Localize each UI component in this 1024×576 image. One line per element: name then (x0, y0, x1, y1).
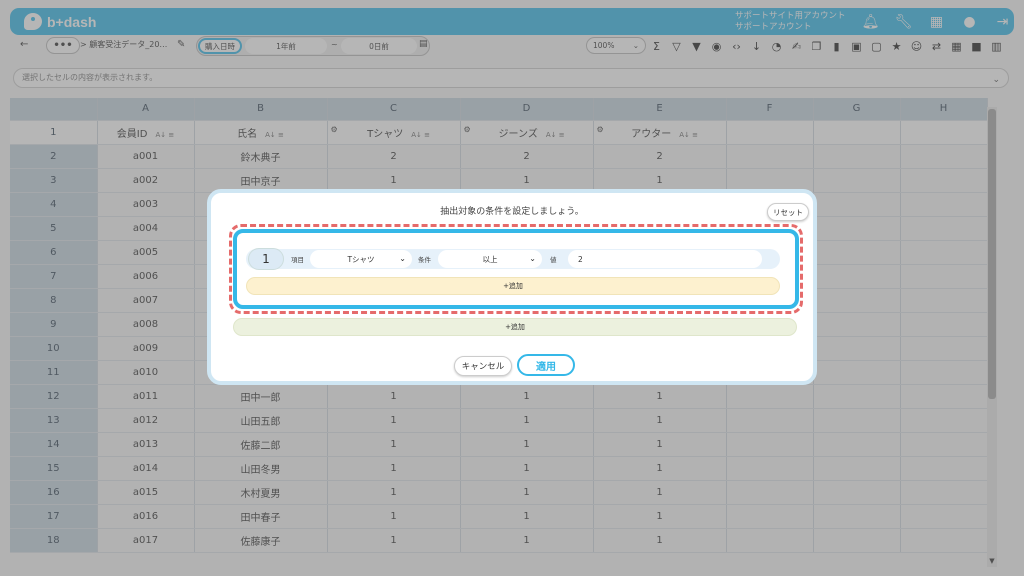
add-condition-button[interactable]: +追加 (246, 277, 780, 295)
dialog-title: 抽出対象の条件を設定しましょう。 (440, 207, 584, 217)
reset-button[interactable]: リセット (767, 203, 809, 221)
value-label: 値 (550, 256, 557, 264)
value-input-text: 2 (578, 254, 583, 264)
filter-condition-dialog: 抽出対象の条件を設定しましょう。 リセット 1 項目 Tシャツ ⌄ 条件 以上 … (207, 189, 817, 385)
chevron-down-icon: ⌄ (529, 254, 536, 263)
condition-number: 1 (248, 248, 284, 270)
condition-group (233, 229, 799, 309)
condition-label: 条件 (418, 256, 431, 264)
chevron-down-icon: ⌄ (399, 254, 406, 263)
condition-select-value: 以上 (482, 254, 498, 264)
apply-button[interactable]: 適用 (517, 354, 575, 376)
add-group-button[interactable]: +追加 (233, 318, 797, 336)
field-select-value: Tシャツ (347, 254, 375, 264)
field-select[interactable]: Tシャツ ⌄ (310, 250, 412, 268)
condition-select[interactable]: 以上 ⌄ (438, 250, 542, 268)
cancel-button[interactable]: キャンセル (454, 356, 512, 376)
field-label: 項目 (291, 256, 304, 264)
value-input[interactable]: 2 (568, 250, 762, 268)
condition-row: 1 項目 Tシャツ ⌄ 条件 以上 ⌄ 値 2 (246, 248, 780, 270)
